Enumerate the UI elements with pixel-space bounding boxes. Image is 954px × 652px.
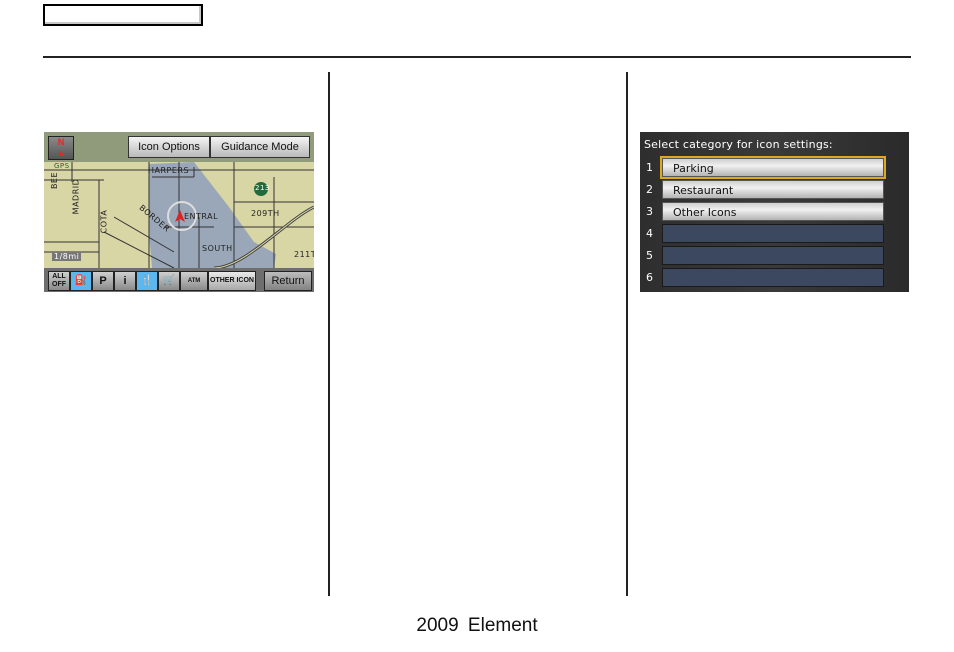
category-screen-title: Select category for icon settings: <box>644 138 833 151</box>
north-arrow-icon: ▲ <box>56 148 66 158</box>
gas-station-icon-button[interactable]: ⛽ <box>70 271 92 291</box>
restaurant-icon-button[interactable]: 🍴 <box>136 271 158 291</box>
map-scale[interactable]: 1/8mi <box>52 252 82 261</box>
street-label-cota: COTA <box>99 209 109 234</box>
section-tab-box <box>43 4 203 26</box>
street-label-central: ENTRAL <box>184 212 219 221</box>
street-label-209th: 209TH <box>251 209 280 218</box>
street-label-harpers: HARPERS <box>148 166 190 175</box>
icon-bar: ALL OFF ⛽ P i 🍴 🛒 ATM OTHER ICON Return <box>44 268 314 292</box>
category-parking-button[interactable]: Parking <box>660 156 886 179</box>
street-label-madrid: MADRID <box>71 178 81 215</box>
category-restaurant-button[interactable]: Restaurant <box>662 180 884 199</box>
category-row[interactable]: 3 Other Icons <box>640 202 909 222</box>
map-screen: N ▲ Icon Options Guidance Mode HARPERS EN… <box>44 132 314 292</box>
category-other-icons-button[interactable]: Other Icons <box>662 202 884 221</box>
row-number: 1 <box>646 161 653 174</box>
north-up-button[interactable]: N ▲ <box>48 136 74 160</box>
row-number: 4 <box>646 227 653 240</box>
row-number: 6 <box>646 271 653 284</box>
street-label-211th: 211T <box>294 250 314 259</box>
other-icon-button[interactable]: OTHER ICON <box>208 271 256 291</box>
category-empty-slot <box>662 224 884 243</box>
street-label-bee: BEE <box>50 171 60 190</box>
column-divider-right <box>626 72 628 596</box>
category-empty-slot <box>662 268 884 287</box>
atm-icon-button[interactable]: ATM <box>180 271 208 291</box>
guidance-mode-button[interactable]: Guidance Mode <box>210 136 310 158</box>
gps-label: GPS <box>54 162 70 170</box>
header-rule <box>43 56 911 58</box>
category-row: 4 <box>640 224 909 244</box>
category-row: 5 <box>640 246 909 266</box>
row-number: 5 <box>646 249 653 262</box>
shopping-cart-icon-button[interactable]: 🛒 <box>158 271 180 291</box>
category-screen: Select category for icon settings: 1 Par… <box>640 132 909 292</box>
all-off-button[interactable]: ALL OFF <box>48 271 70 291</box>
category-empty-slot <box>662 246 884 265</box>
category-row[interactable]: 2 Restaurant <box>640 180 909 200</box>
category-row: 6 <box>640 268 909 288</box>
street-label-south: SOUTH <box>202 244 233 253</box>
highway-number: 213 <box>255 184 270 192</box>
info-icon-button[interactable]: i <box>114 271 136 291</box>
category-row[interactable]: 1 Parking <box>640 156 909 179</box>
row-number: 2 <box>646 183 653 196</box>
parking-icon-button[interactable]: P <box>92 271 114 291</box>
icon-options-button[interactable]: Icon Options <box>128 136 210 158</box>
page-footer: 2009 Element <box>416 615 538 636</box>
column-divider-left <box>328 72 330 596</box>
return-button[interactable]: Return <box>264 271 312 291</box>
north-indicator: N <box>57 137 65 147</box>
row-number: 3 <box>646 205 653 218</box>
